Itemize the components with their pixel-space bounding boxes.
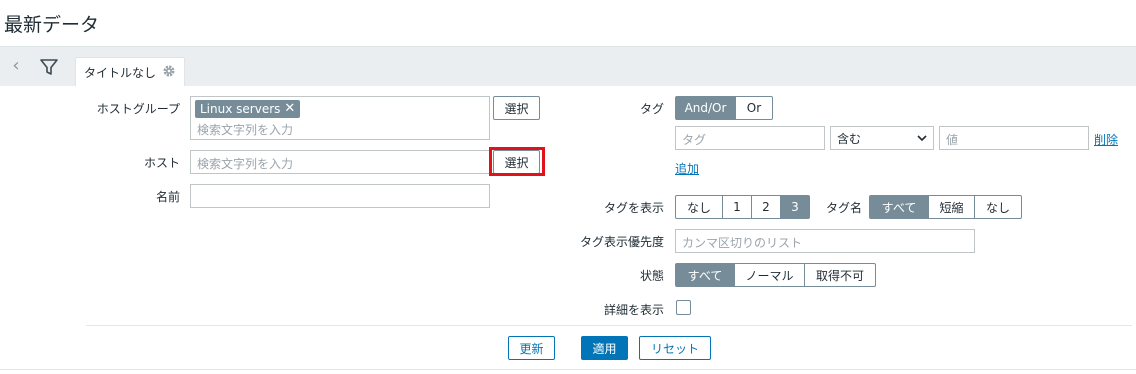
host-label: ホスト bbox=[143, 156, 180, 170]
tab-untitled[interactable]: タイトルなし bbox=[75, 57, 186, 87]
tags-label: タグ bbox=[639, 102, 664, 116]
filter-icon[interactable] bbox=[38, 56, 60, 78]
hostgroup-chip: Linux servers ✕ bbox=[195, 100, 301, 118]
gear-icon[interactable] bbox=[162, 64, 176, 81]
show-details-checkbox[interactable] bbox=[676, 300, 691, 315]
hostgroup-multiselect[interactable]: Linux servers ✕ 検索文字列を入力 bbox=[190, 96, 490, 140]
tab-label: タイトルなし bbox=[84, 66, 157, 80]
tags-mode-or[interactable]: Or bbox=[735, 96, 773, 120]
host-search-input[interactable]: 検索文字列を入力 bbox=[190, 150, 490, 174]
apply-button[interactable]: 適用 bbox=[581, 336, 628, 360]
update-button[interactable]: 更新 bbox=[508, 336, 555, 360]
tag-operator-value: 含む bbox=[837, 131, 862, 146]
reset-button[interactable]: リセット bbox=[639, 336, 711, 360]
tag-add-link[interactable]: 追加 bbox=[675, 160, 699, 177]
highlight-box bbox=[489, 147, 545, 176]
state-label: 状態 bbox=[639, 269, 664, 283]
tag-priority-input[interactable]: カンマ区切りのリスト bbox=[675, 229, 975, 253]
tag-name-all[interactable]: すべて bbox=[869, 195, 929, 219]
close-icon[interactable]: ✕ bbox=[284, 102, 295, 115]
state-all[interactable]: すべて bbox=[675, 263, 735, 287]
tag-name-input[interactable]: タグ bbox=[675, 126, 825, 150]
page-title: 最新データ bbox=[4, 14, 100, 36]
show-tags-none[interactable]: なし bbox=[675, 195, 723, 219]
show-tags-3[interactable]: 3 bbox=[780, 195, 810, 219]
filter-bar: ‹ タイトルなし bbox=[0, 46, 1136, 87]
state-toggle: すべて ノーマル 取得不可 bbox=[675, 263, 876, 287]
filter-panel: ホストグループ Linux servers ✕ 検索文字列を入力 選択 ホスト … bbox=[0, 86, 1136, 370]
tags-mode-toggle: And/Or Or bbox=[675, 96, 773, 120]
state-normal[interactable]: ノーマル bbox=[734, 263, 805, 287]
tag-value-input[interactable]: 値 bbox=[939, 126, 1089, 150]
hostgroup-label: ホストグループ bbox=[96, 102, 180, 116]
state-unsupported[interactable]: 取得不可 bbox=[804, 263, 876, 287]
tag-name-toggle: すべて 短縮 なし bbox=[869, 195, 1022, 219]
show-tags-label: タグを表示 bbox=[603, 201, 664, 215]
chevron-left-icon[interactable]: ‹ bbox=[6, 57, 26, 77]
show-tags-1[interactable]: 1 bbox=[722, 195, 752, 219]
chevron-down-icon bbox=[917, 131, 927, 145]
name-label: 名前 bbox=[155, 190, 180, 204]
hostgroup-chip-label: Linux servers bbox=[200, 102, 281, 116]
show-tags-2[interactable]: 2 bbox=[751, 195, 781, 219]
tag-priority-label: タグ表示優先度 bbox=[579, 235, 664, 249]
tag-remove-link[interactable]: 削除 bbox=[1094, 131, 1118, 148]
hostgroup-search-placeholder[interactable]: 検索文字列を入力 bbox=[195, 121, 485, 138]
name-input[interactable] bbox=[190, 184, 490, 208]
tag-name-none[interactable]: なし bbox=[974, 195, 1022, 219]
tag-operator-select[interactable]: 含む bbox=[830, 126, 934, 150]
show-tags-toggle: なし 1 2 3 bbox=[675, 195, 810, 219]
hostgroup-select-button[interactable]: 選択 bbox=[493, 96, 540, 120]
tag-name-short[interactable]: 短縮 bbox=[928, 195, 975, 219]
divider bbox=[86, 325, 1132, 326]
tags-mode-andor[interactable]: And/Or bbox=[675, 96, 736, 120]
show-details-label: 詳細を表示 bbox=[603, 303, 664, 317]
tag-name-label: タグ名 bbox=[825, 201, 862, 215]
